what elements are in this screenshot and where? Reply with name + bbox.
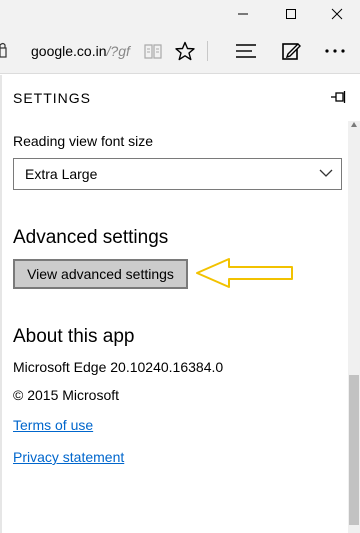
hub-button[interactable] [233, 38, 259, 64]
terms-of-use-link[interactable]: Terms of use [13, 417, 93, 433]
view-advanced-settings-button[interactable]: View advanced settings [13, 259, 188, 289]
about-app-heading: About this app [13, 326, 135, 347]
settings-pane: SETTINGS Reading view font size Extra La… [2, 75, 360, 533]
address-path: /?gf [106, 43, 130, 59]
chevron-down-icon [319, 169, 333, 177]
maximize-button[interactable] [268, 0, 314, 28]
reading-view-button[interactable] [140, 38, 166, 64]
lock-icon [0, 42, 7, 58]
favorite-star-icon [175, 41, 195, 61]
maximize-icon [286, 9, 296, 19]
pin-icon[interactable] [329, 89, 347, 105]
reading-view-icon [144, 44, 162, 59]
title-bar [0, 0, 360, 28]
reading-font-label: Reading view font size [13, 133, 154, 149]
toolbar-separator [207, 41, 208, 61]
reading-font-value: Extra Large [25, 166, 98, 182]
web-note-icon [282, 43, 301, 60]
hub-icon [236, 44, 256, 58]
settings-title: SETTINGS [13, 90, 92, 106]
minimize-icon [238, 13, 248, 15]
privacy-statement-link[interactable]: Privacy statement [13, 449, 124, 465]
annotation-arrow-icon [196, 258, 293, 288]
address-bar[interactable]: google.co.in/?gf [31, 43, 130, 59]
advanced-settings-heading: Advanced settings [13, 227, 169, 248]
web-note-button[interactable] [278, 38, 304, 64]
browser-toolbar: google.co.in/?gf [0, 28, 360, 74]
scrollbar-thumb[interactable] [349, 375, 359, 525]
copyright-text: © 2015 Microsoft [13, 387, 120, 403]
version-text: Microsoft Edge 20.10240.16384.0 [13, 359, 224, 375]
scroll-up-icon[interactable] [350, 121, 358, 129]
reading-font-select[interactable]: Extra Large [13, 158, 342, 190]
minimize-button[interactable] [220, 0, 266, 28]
more-button[interactable] [322, 38, 348, 64]
close-icon [331, 8, 343, 20]
more-icon [325, 49, 345, 53]
address-domain: google.co.in [31, 43, 107, 59]
close-button[interactable] [314, 0, 360, 28]
favorite-button[interactable] [172, 38, 198, 64]
